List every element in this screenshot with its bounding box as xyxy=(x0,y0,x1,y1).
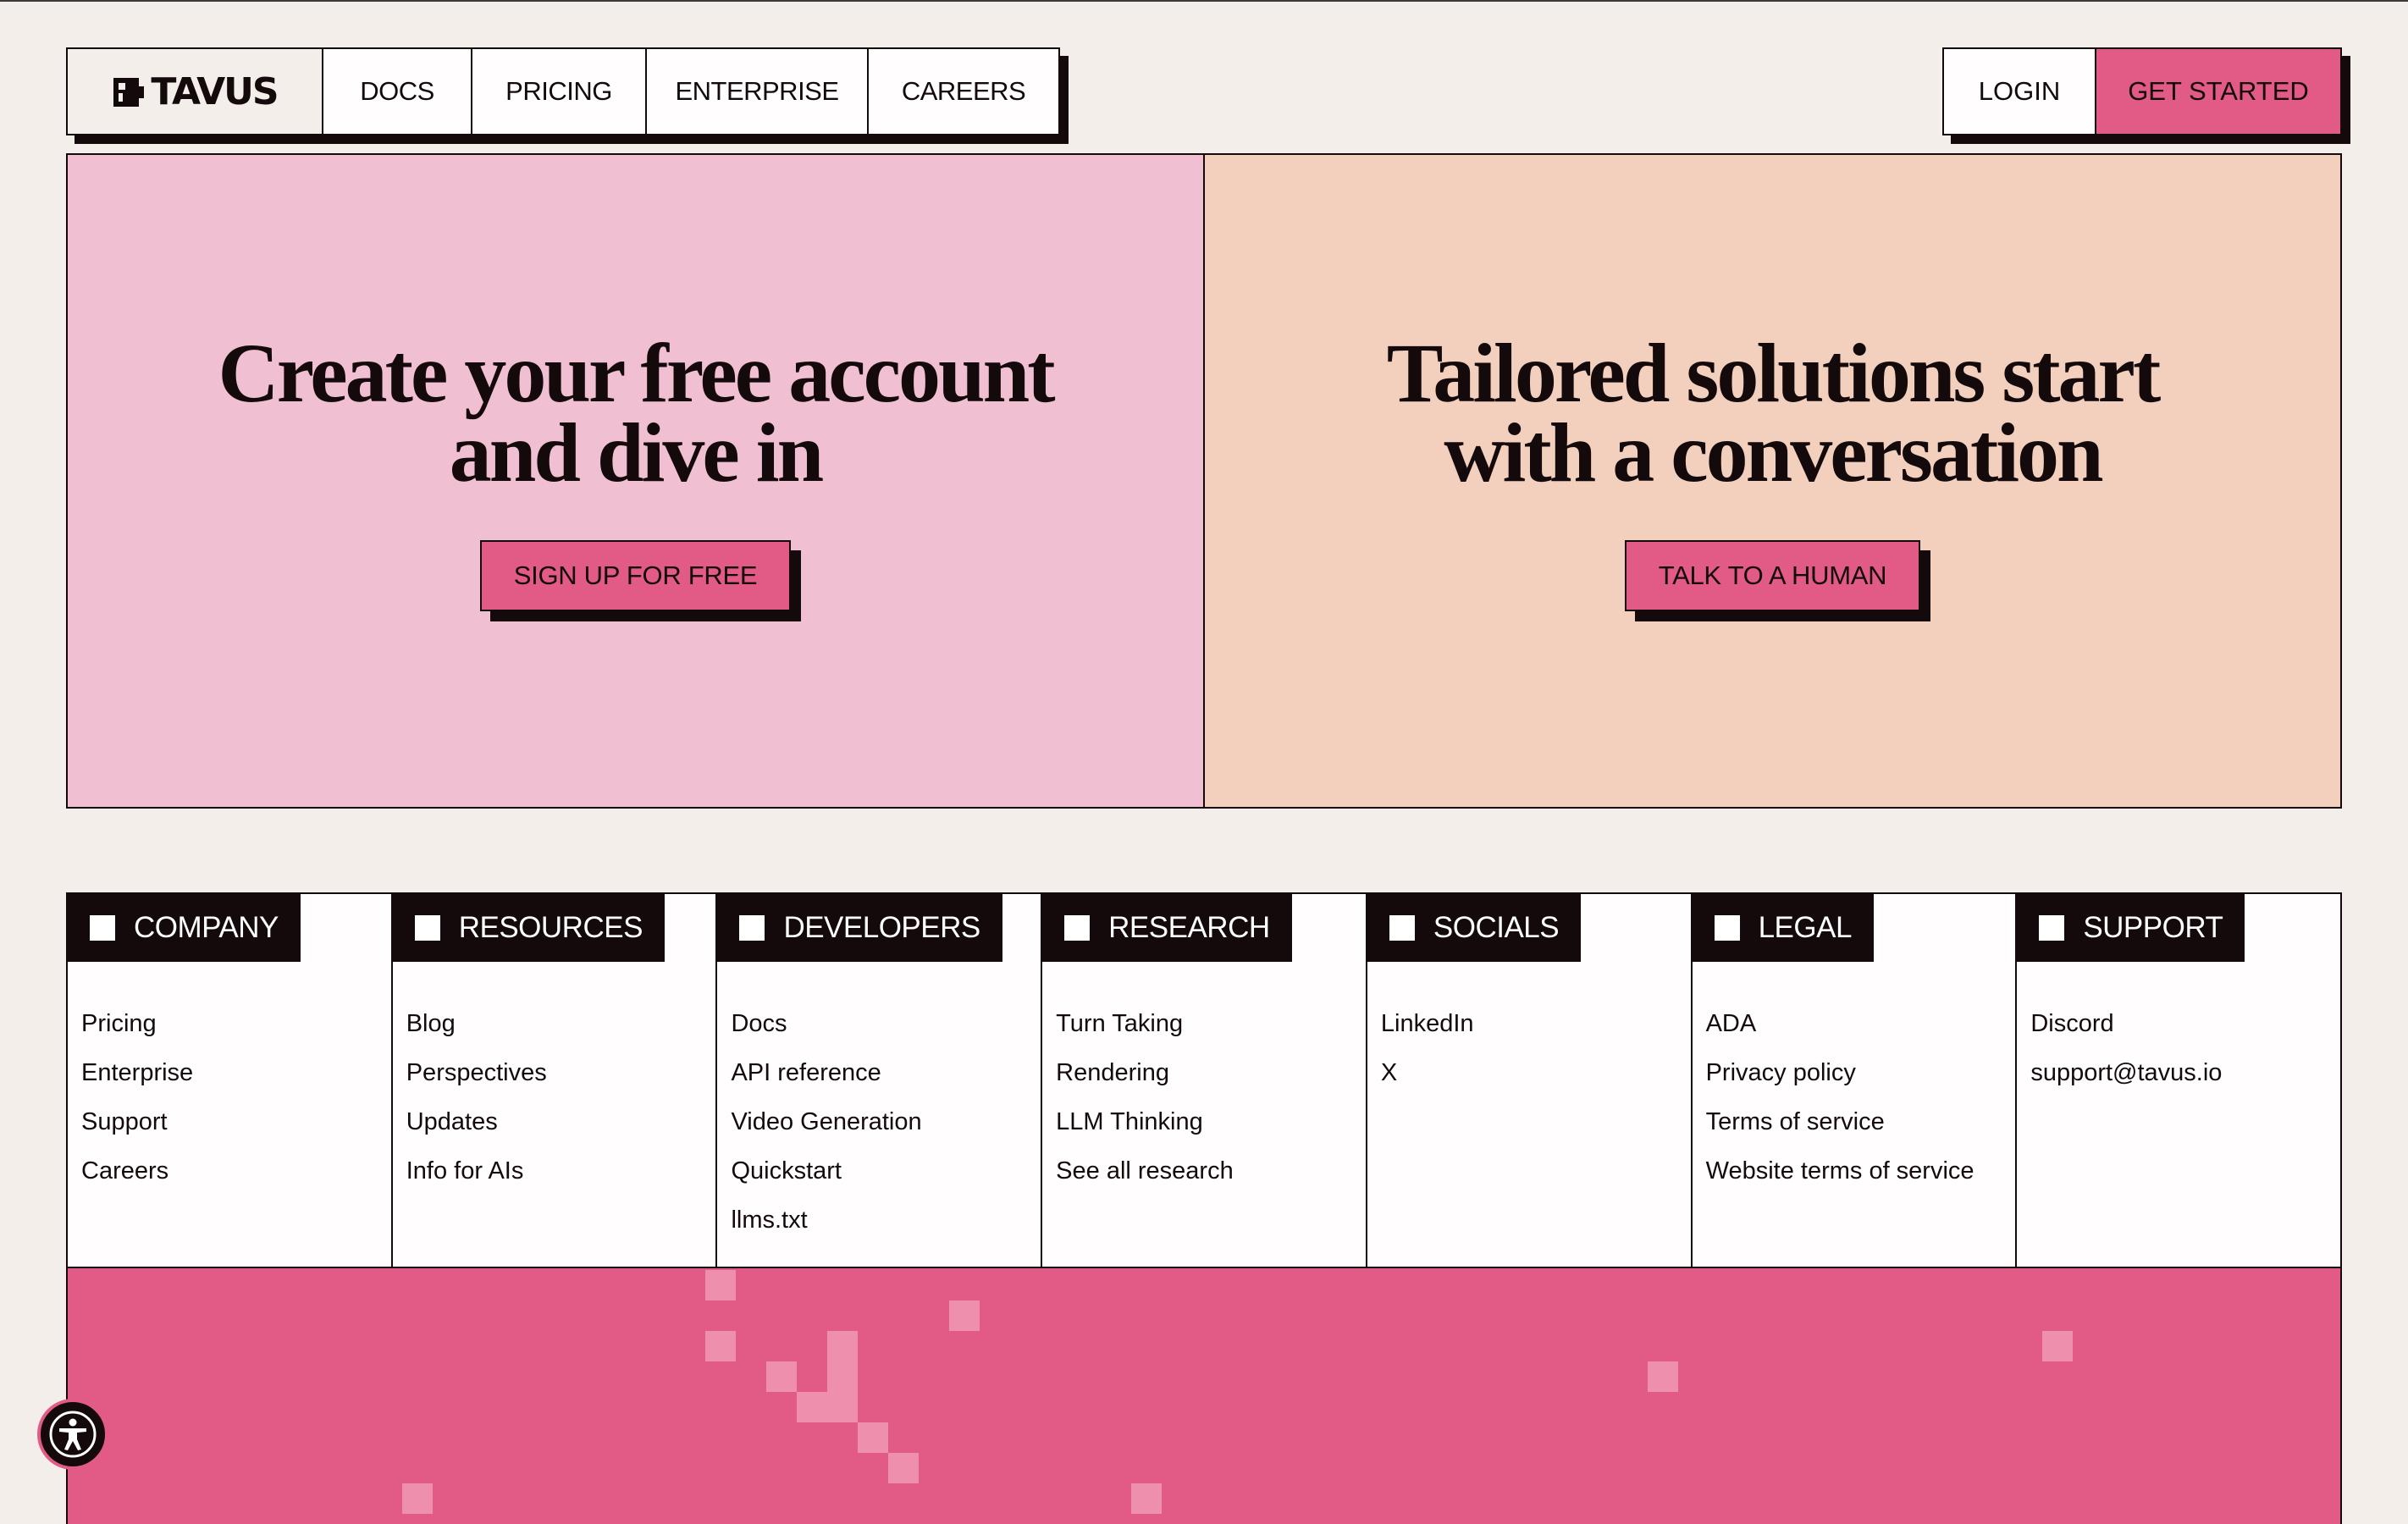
footer-link[interactable]: Info for AIs xyxy=(406,1146,716,1195)
pixel-decoration xyxy=(766,1361,797,1392)
top-border xyxy=(0,0,2408,2)
footer-column-socials: SOCIALS LinkedIn X xyxy=(1367,894,1693,1267)
signup-title: Create your free account and dive in xyxy=(218,326,1055,500)
nav-enterprise[interactable]: ENTERPRISE xyxy=(647,47,869,135)
pixel-decoration xyxy=(402,1483,433,1514)
footer-link[interactable]: LLM Thinking xyxy=(1056,1097,1366,1146)
pixel-decoration xyxy=(1648,1361,1678,1392)
footer-heading-label: COMPANY xyxy=(134,911,279,944)
footer-link[interactable]: Pricing xyxy=(81,999,391,1048)
talk-to-human-button[interactable]: TALK TO A HUMAN xyxy=(1624,540,1921,611)
footer-link[interactable]: Rendering xyxy=(1056,1048,1366,1097)
footer-heading: LEGAL xyxy=(1692,894,1874,962)
nav-pricing[interactable]: PRICING xyxy=(472,47,647,135)
decorative-band xyxy=(66,1267,2342,1524)
sign-up-button[interactable]: SIGN UP FOR FREE xyxy=(479,540,792,611)
footer-link[interactable]: See all research xyxy=(1056,1146,1366,1195)
footer-heading: COMPANY xyxy=(68,894,301,962)
footer-link[interactable]: Turn Taking xyxy=(1056,999,1366,1048)
pixel-decoration xyxy=(858,1422,888,1453)
footer-link[interactable]: ADA xyxy=(1706,999,2016,1048)
footer-link[interactable]: Website terms of service xyxy=(1706,1146,2016,1195)
login-button[interactable]: LOGIN xyxy=(1942,47,2096,135)
footer-link[interactable]: support@tavus.io xyxy=(2030,1048,2340,1097)
footer-heading-label: LEGAL xyxy=(1758,911,1853,944)
accessibility-icon xyxy=(49,1411,97,1458)
square-icon xyxy=(90,915,115,941)
pixel-decoration xyxy=(949,1300,980,1331)
logo-text: TAVUS xyxy=(151,69,279,113)
square-icon xyxy=(2039,915,2065,941)
hero-section: Create your free account and dive in SIG… xyxy=(66,153,2342,809)
square-icon xyxy=(414,915,440,941)
pixel-decoration xyxy=(827,1331,858,1361)
footer-link[interactable]: Docs xyxy=(731,999,1041,1048)
auth-actions: LOGIN GET STARTED xyxy=(1942,47,2342,135)
footer-column-company: COMPANY Pricing Enterprise Support Caree… xyxy=(68,894,393,1267)
pixel-decoration xyxy=(827,1392,858,1422)
main-nav: TAVUS DOCS PRICING ENTERPRISE CAREERS xyxy=(66,47,1060,135)
footer-column-developers: DEVELOPERS Docs API reference Video Gene… xyxy=(717,894,1043,1267)
signup-panel: Create your free account and dive in SIG… xyxy=(68,155,1205,807)
footer-link[interactable]: LinkedIn xyxy=(1381,999,1691,1048)
square-icon xyxy=(1064,915,1091,941)
footer-link[interactable]: Video Generation xyxy=(731,1097,1041,1146)
footer-heading: RESEARCH xyxy=(1042,894,1292,962)
footer-heading-label: SUPPORT xyxy=(2083,911,2223,944)
footer-heading: RESOURCES xyxy=(392,894,665,962)
footer-heading-label: DEVELOPERS xyxy=(783,911,980,944)
footer-link[interactable]: Blog xyxy=(406,999,716,1048)
footer-link[interactable]: Updates xyxy=(406,1097,716,1146)
footer-column-legal: LEGAL ADA Privacy policy Terms of servic… xyxy=(1692,894,2018,1267)
pixel-decoration xyxy=(797,1392,827,1422)
footer-link[interactable]: Quickstart xyxy=(731,1146,1041,1195)
footer-link[interactable]: X xyxy=(1381,1048,1691,1097)
footer-link[interactable]: Support xyxy=(81,1097,391,1146)
nav-docs[interactable]: DOCS xyxy=(323,47,472,135)
footer-column-support: SUPPORT Discord support@tavus.io xyxy=(2017,894,2340,1267)
contact-title: Tailored solutions start with a conversa… xyxy=(1386,326,2162,500)
pixel-decoration xyxy=(827,1361,858,1392)
nav-careers[interactable]: CAREERS xyxy=(869,47,1060,135)
footer-link[interactable]: Enterprise xyxy=(81,1048,391,1097)
get-started-button[interactable]: GET STARTED xyxy=(2096,47,2342,135)
footer-link[interactable]: Careers xyxy=(81,1146,391,1195)
footer-heading: SUPPORT xyxy=(2017,894,2245,962)
pixel-decoration xyxy=(705,1331,736,1361)
pixel-decoration xyxy=(1131,1483,1162,1514)
footer-column-resources: RESOURCES Blog Perspectives Updates Info… xyxy=(392,894,718,1267)
square-icon xyxy=(739,915,765,941)
footer-heading-label: RESOURCES xyxy=(458,911,643,944)
square-icon xyxy=(1714,915,1740,941)
footer-link[interactable]: Discord xyxy=(2030,999,2340,1048)
footer-heading: SOCIALS xyxy=(1367,894,1582,962)
logo-link[interactable]: TAVUS xyxy=(66,47,323,135)
footer-link[interactable]: llms.txt xyxy=(731,1195,1041,1245)
footer-heading-label: SOCIALS xyxy=(1433,911,1560,944)
pixel-decoration xyxy=(2042,1331,2073,1361)
tavus-logo-icon xyxy=(113,78,145,107)
pixel-decoration xyxy=(705,1270,736,1300)
footer-column-research: RESEARCH Turn Taking Rendering LLM Think… xyxy=(1042,894,1367,1267)
pixel-decoration xyxy=(888,1453,919,1483)
footer-heading: DEVELOPERS xyxy=(717,894,1002,962)
footer-link[interactable]: Perspectives xyxy=(406,1048,716,1097)
footer-link[interactable]: Terms of service xyxy=(1706,1097,2016,1146)
footer-link[interactable]: Privacy policy xyxy=(1706,1048,2016,1097)
square-icon xyxy=(1389,915,1415,941)
footer-link[interactable]: API reference xyxy=(731,1048,1041,1097)
footer-heading-label: RESEARCH xyxy=(1108,911,1270,944)
logo: TAVUS xyxy=(112,69,279,113)
accessibility-button[interactable] xyxy=(37,1399,108,1470)
footer-links: COMPANY Pricing Enterprise Support Caree… xyxy=(66,892,2342,1268)
contact-panel: Tailored solutions start with a conversa… xyxy=(1205,155,2340,807)
